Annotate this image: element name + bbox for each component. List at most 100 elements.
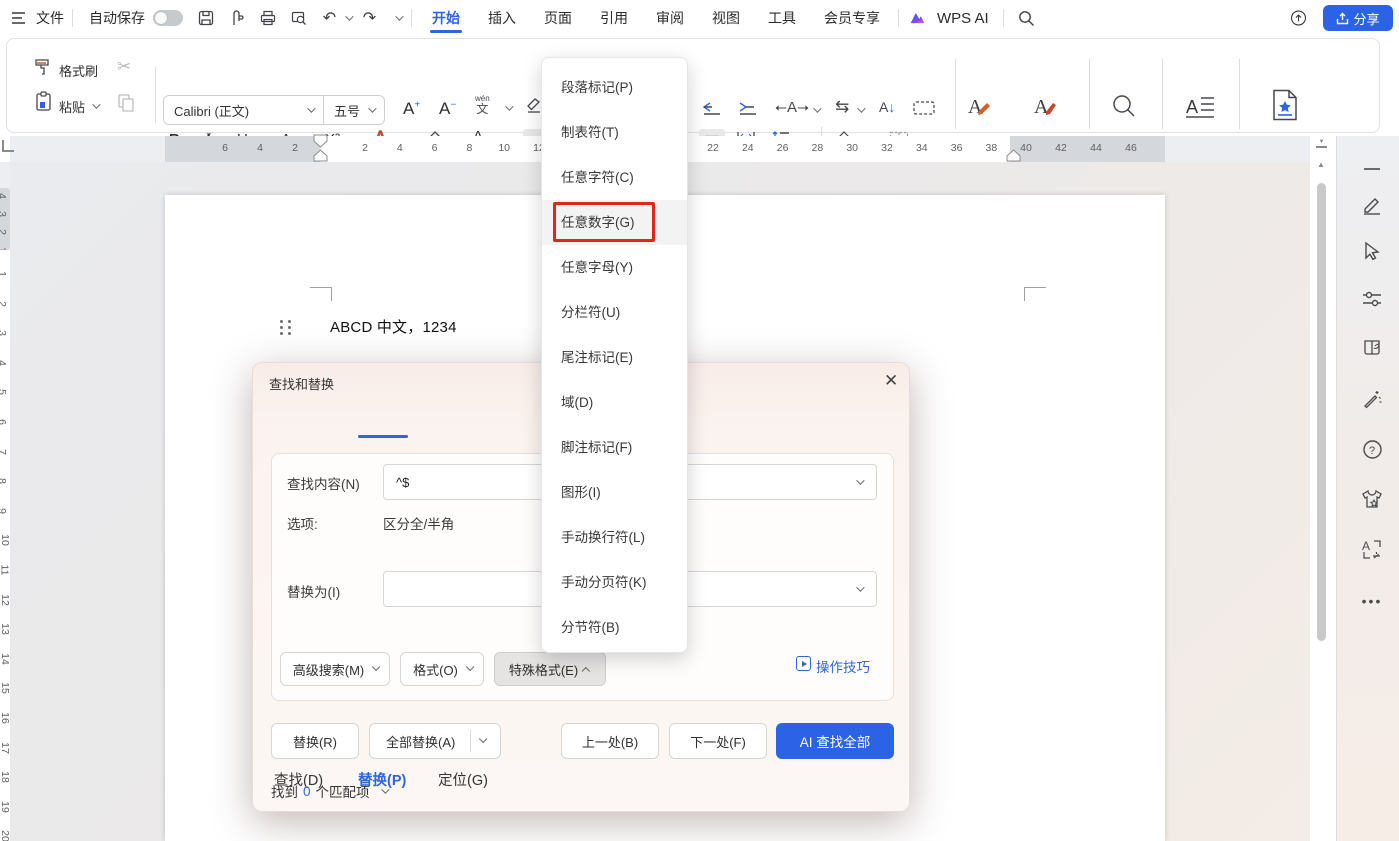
previous-button[interactable]: 上一处(B): [561, 723, 659, 759]
decrease-font-icon[interactable]: A−: [439, 99, 456, 119]
smart-doc-icon[interactable]: [1271, 89, 1299, 126]
copy-icon[interactable]: [117, 93, 135, 117]
autosave-toggle[interactable]: [153, 10, 183, 26]
format-button[interactable]: 格式(O): [400, 652, 484, 686]
menu-tab-6[interactable]: 视图: [708, 1, 744, 35]
font-name-combo[interactable]: Calibri (正文) 五号: [163, 95, 385, 125]
layout-icon[interactable]: A: [1185, 93, 1215, 126]
sort-icon[interactable]: A↓: [879, 99, 895, 115]
menu-item[interactable]: 域(D): [542, 380, 687, 425]
tips-link[interactable]: 操作技巧: [816, 656, 870, 676]
menu-tab-3[interactable]: 页面: [540, 1, 576, 35]
undo-dropdown-icon[interactable]: [345, 12, 353, 20]
collapse-ribbon-icon[interactable]: [1361, 158, 1383, 180]
replace-button[interactable]: 替换(R): [271, 723, 359, 759]
dialog-tab-3[interactable]: 定位(G): [438, 769, 488, 790]
pinyin-guide-icon[interactable]: wén文: [475, 95, 490, 115]
translate-icon[interactable]: A: [1361, 538, 1383, 560]
paragraph-drag-handle[interactable]: [280, 320, 292, 335]
styles-icon[interactable]: A: [963, 91, 993, 126]
menu-item[interactable]: 段落标记(P): [542, 65, 687, 110]
magic-wand-icon[interactable]: [1361, 388, 1383, 410]
dialog-close-icon[interactable]: ✕: [884, 371, 898, 391]
cut-icon[interactable]: ✂: [117, 57, 131, 77]
vertical-ruler[interactable]: 4321 1234567891011121314151617181920: [0, 162, 10, 841]
save-icon[interactable]: [197, 10, 214, 27]
paste-label[interactable]: 粘贴: [59, 97, 85, 116]
menu-item[interactable]: 制表符(T): [542, 110, 687, 155]
replace-all-button[interactable]: 全部替换(A): [369, 723, 501, 759]
settings-sliders-icon[interactable]: [1361, 288, 1383, 310]
ruler-tick: 2: [0, 229, 8, 235]
quickbar-more-icon[interactable]: [395, 12, 403, 20]
replace-all-dropdown-icon[interactable]: [479, 735, 487, 743]
ruler-tick: 38: [986, 142, 998, 154]
advanced-search-button[interactable]: 高级搜索(M): [280, 652, 390, 686]
redo-icon[interactable]: ↷: [361, 10, 378, 27]
eco-reading-icon[interactable]: [1361, 336, 1383, 358]
ai-find-all-button[interactable]: AI 查找全部: [776, 723, 894, 759]
undo-icon[interactable]: ↶: [321, 10, 338, 27]
print-icon[interactable]: [259, 10, 276, 27]
menu-item[interactable]: 脚注标记(F): [542, 425, 687, 470]
menu-tab-4[interactable]: 引用: [596, 1, 632, 35]
menu-item[interactable]: 手动换行符(L): [542, 515, 687, 560]
upload-cloud-icon[interactable]: [1290, 9, 1307, 26]
text-direction-icon[interactable]: ⇆: [835, 97, 849, 117]
hanging-indent-marker[interactable]: [313, 149, 328, 162]
menu-tab-5[interactable]: 审阅: [652, 1, 688, 35]
menu-item[interactable]: 任意字母(Y): [542, 245, 687, 290]
vruler-top-margin: 4321: [0, 188, 10, 250]
show-marks-icon[interactable]: [913, 101, 935, 120]
increase-indent-icon[interactable]: [737, 101, 759, 122]
wps-ai-label[interactable]: WPS AI: [937, 10, 989, 27]
format-painter-icon[interactable]: [33, 57, 53, 82]
ruler-tick: 46: [1125, 142, 1137, 154]
search-icon[interactable]: [1018, 10, 1035, 27]
paste-dropdown-icon[interactable]: [92, 100, 100, 108]
menu-tab-8[interactable]: 会员专享: [820, 1, 884, 35]
share-button[interactable]: 分享: [1323, 5, 1393, 31]
find-icon[interactable]: [1111, 93, 1137, 124]
menu-item[interactable]: 手动分页符(K): [542, 560, 687, 605]
scroll-up-icon[interactable]: ▲: [1317, 160, 1325, 169]
theme-skin-icon[interactable]: [1361, 488, 1383, 510]
hamburger-menu-icon[interactable]: [10, 10, 27, 27]
menu-tab-1[interactable]: 开始: [428, 1, 464, 35]
tab-selector-icon[interactable]: [2, 140, 14, 152]
more-options-icon[interactable]: •••: [1361, 590, 1383, 612]
menu-tab-2[interactable]: 插入: [484, 1, 520, 35]
style-set-icon[interactable]: A: [1029, 91, 1059, 126]
pinyin-dropdown-icon[interactable]: [505, 102, 513, 110]
vertical-scrollbar-thumb[interactable]: [1317, 183, 1326, 641]
first-line-indent-marker[interactable]: [313, 134, 328, 148]
select-cursor-icon[interactable]: [1361, 240, 1383, 262]
file-menu[interactable]: 文件: [36, 8, 64, 28]
format-painter-label[interactable]: 格式刷: [59, 61, 98, 80]
find-history-dropdown-icon[interactable]: [856, 476, 864, 484]
help-icon[interactable]: ?: [1361, 438, 1383, 460]
ruler-tick: 11: [0, 565, 10, 576]
special-format-button[interactable]: 特殊格式(E): [494, 652, 606, 686]
menu-item[interactable]: 分栏符(U): [542, 290, 687, 335]
next-button[interactable]: 下一处(F): [669, 723, 767, 759]
text-direction-dropdown-icon[interactable]: [857, 104, 865, 112]
char-scale-dropdown-icon[interactable]: [813, 104, 821, 112]
increase-font-icon[interactable]: A+: [403, 99, 420, 119]
char-scale-icon[interactable]: ⭠A⭢: [775, 99, 809, 116]
decrease-indent-icon[interactable]: [701, 101, 723, 122]
edit-pen-icon[interactable]: [1361, 194, 1383, 216]
replace-history-dropdown-icon[interactable]: [856, 583, 864, 591]
menu-item[interactable]: 任意数字(G): [542, 200, 687, 245]
menu-item[interactable]: 图形(I): [542, 470, 687, 515]
menu-item[interactable]: 尾注标记(E): [542, 335, 687, 380]
menu-item[interactable]: 任意字符(C): [542, 155, 687, 200]
export-pdf-icon[interactable]: [228, 10, 245, 27]
print-preview-icon[interactable]: [290, 10, 307, 27]
tab-stop-icon[interactable]: ▼: [1316, 140, 1327, 148]
document-text[interactable]: ABCD 中文，1234: [330, 316, 457, 337]
paste-icon[interactable]: [35, 91, 54, 117]
right-indent-marker[interactable]: [1006, 149, 1021, 162]
menu-item[interactable]: 分节符(B): [542, 605, 687, 650]
menu-tab-7[interactable]: 工具: [764, 1, 800, 35]
